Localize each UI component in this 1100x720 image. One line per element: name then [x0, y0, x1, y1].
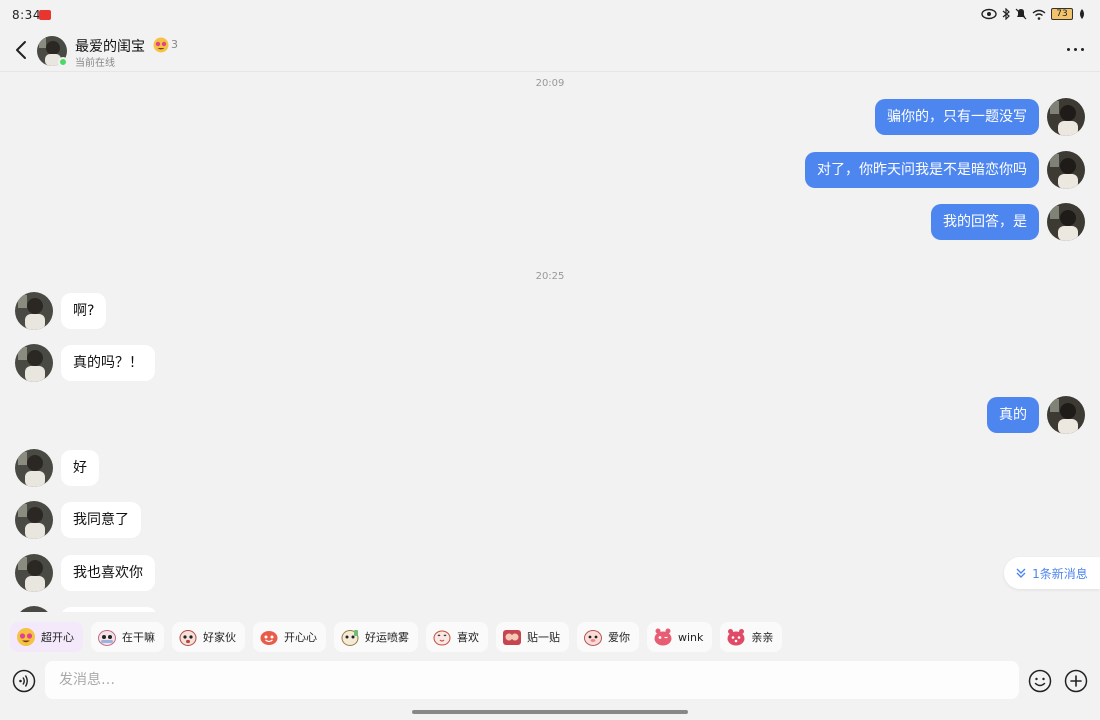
contact-avatar[interactable]	[15, 449, 53, 487]
message-bubble[interactable]: 我也喜欢你	[61, 555, 155, 591]
message-row-incoming: 真的吗？！	[15, 344, 155, 382]
eye-icon	[981, 8, 997, 20]
sticker-suggestion-bar: 超开心 在干嘛 好家伙 开心心 好运喷雾 喜欢 贴一贴 爱你 wink 亲亲	[0, 618, 1100, 656]
contact-avatar[interactable]	[15, 292, 53, 330]
battery-indicator: 73	[1051, 8, 1073, 20]
home-indicator[interactable]	[412, 710, 688, 714]
peek-sticker-icon	[98, 630, 116, 646]
message-input-bar	[0, 660, 1100, 702]
sticker-chip[interactable]: 在干嘛	[91, 622, 164, 652]
contact-name[interactable]: 最爱的闺宝	[75, 36, 145, 56]
chat-header: 最爱的闺宝 3 当前在线	[0, 30, 1100, 72]
new-messages-label: 1条新消息	[1032, 566, 1088, 581]
message-list[interactable]: 20:09 骗你的，只有一题没写 对了，你昨天问我是不是暗恋你吗 我的回答，是 …	[0, 72, 1100, 612]
contact-avatar[interactable]	[15, 554, 53, 592]
back-arrow-icon[interactable]	[12, 39, 32, 61]
message-row-incoming	[15, 606, 157, 612]
contact-avatar[interactable]	[15, 606, 53, 612]
love-sticker-icon	[584, 630, 602, 646]
status-bar: 8:34 73	[0, 0, 1100, 30]
sticker-label: wink	[678, 630, 704, 644]
more-options-button[interactable]	[1067, 48, 1084, 51]
hug-sticker-icon	[503, 630, 521, 645]
sticker-label: 好运喷雾	[365, 631, 409, 644]
message-row-outgoing: 我的回答，是	[931, 203, 1085, 241]
more-dot-icon	[1081, 48, 1084, 51]
spray-sticker-icon	[341, 630, 359, 646]
emoji-icon[interactable]	[1028, 669, 1052, 693]
time-divider: 20:09	[535, 78, 565, 89]
sticker-chip[interactable]: 爱你	[577, 622, 639, 652]
mute-bell-icon	[1015, 8, 1027, 20]
plus-icon[interactable]	[1064, 669, 1088, 693]
status-time: 8:34	[12, 8, 41, 22]
online-status-text: 当前在线	[75, 58, 115, 69]
like-sticker-icon	[433, 630, 451, 646]
kiss-sticker-icon	[727, 629, 745, 646]
voice-input-icon[interactable]	[12, 669, 36, 693]
message-row-incoming: 啊?	[15, 292, 107, 330]
my-avatar[interactable]	[1047, 98, 1085, 136]
sticker-label: 贴一贴	[527, 631, 560, 644]
message-bubble[interactable]: 骗你的，只有一题没写	[875, 99, 1039, 135]
message-bubble[interactable]: 真的吗？！	[61, 345, 155, 381]
happy-sticker-icon	[260, 631, 278, 645]
message-bubble[interactable]: 我同意了	[61, 502, 141, 538]
sticker-label: 爱你	[608, 631, 630, 644]
more-dot-icon	[1067, 48, 1070, 51]
sticker-chip[interactable]: 超开心	[10, 622, 83, 652]
message-bubble-partial[interactable]	[61, 607, 157, 612]
sticker-label: 在干嘛	[122, 631, 155, 644]
leaf-icon	[1080, 9, 1084, 19]
contact-avatar[interactable]	[15, 344, 53, 382]
message-bubble[interactable]: 好	[61, 450, 99, 486]
online-status-dot	[58, 57, 68, 67]
status-icons: 73	[981, 8, 1086, 20]
message-bubble[interactable]: 我的回答，是	[931, 204, 1039, 240]
app-notification-icon	[39, 10, 51, 20]
sticker-label: 好家伙	[203, 631, 236, 644]
sticker-chip[interactable]: wink	[647, 622, 713, 652]
sticker-chip[interactable]: 喜欢	[426, 622, 488, 652]
message-row-outgoing: 对了，你昨天问我是不是暗恋你吗	[805, 151, 1085, 189]
message-row-outgoing: 骗你的，只有一题没写	[875, 98, 1085, 136]
sticker-chip[interactable]: 好家伙	[172, 622, 245, 652]
message-bubble[interactable]: 真的	[987, 397, 1039, 433]
double-chevron-down-icon	[1016, 568, 1026, 578]
wifi-icon	[1032, 9, 1046, 20]
sticker-chip[interactable]: 好运喷雾	[334, 622, 418, 652]
time-divider: 20:25	[535, 271, 565, 282]
message-row-incoming: 我也喜欢你	[15, 554, 155, 592]
bluetooth-icon	[1002, 8, 1010, 20]
message-row-outgoing: 真的	[987, 396, 1085, 434]
sticker-chip[interactable]: 亲亲	[720, 622, 783, 652]
message-row-incoming: 好	[15, 449, 99, 487]
my-avatar[interactable]	[1047, 203, 1085, 241]
sticker-label: 喜欢	[457, 631, 479, 644]
contact-avatar[interactable]	[15, 501, 53, 539]
wink-sticker-icon	[654, 628, 672, 646]
star-eyes-sticker-icon	[17, 628, 35, 646]
message-row-incoming: 我同意了	[15, 501, 141, 539]
intimacy-level: 3	[171, 38, 178, 51]
my-avatar[interactable]	[1047, 396, 1085, 434]
sticker-label: 超开心	[41, 631, 74, 644]
surprised-sticker-icon	[179, 630, 197, 646]
message-bubble[interactable]: 对了，你昨天问我是不是暗恋你吗	[805, 152, 1039, 188]
my-avatar[interactable]	[1047, 151, 1085, 189]
more-dot-icon	[1074, 48, 1077, 51]
message-bubble[interactable]: 啊?	[61, 293, 107, 329]
sticker-label: 亲亲	[751, 631, 774, 644]
sticker-label: 开心心	[284, 631, 317, 644]
sticker-chip[interactable]: 贴一贴	[496, 622, 569, 652]
sticker-chip[interactable]: 开心心	[253, 622, 326, 652]
star-eyes-emoji-icon	[153, 37, 169, 53]
message-input[interactable]	[45, 661, 1019, 699]
new-messages-button[interactable]: 1条新消息	[1004, 557, 1100, 589]
